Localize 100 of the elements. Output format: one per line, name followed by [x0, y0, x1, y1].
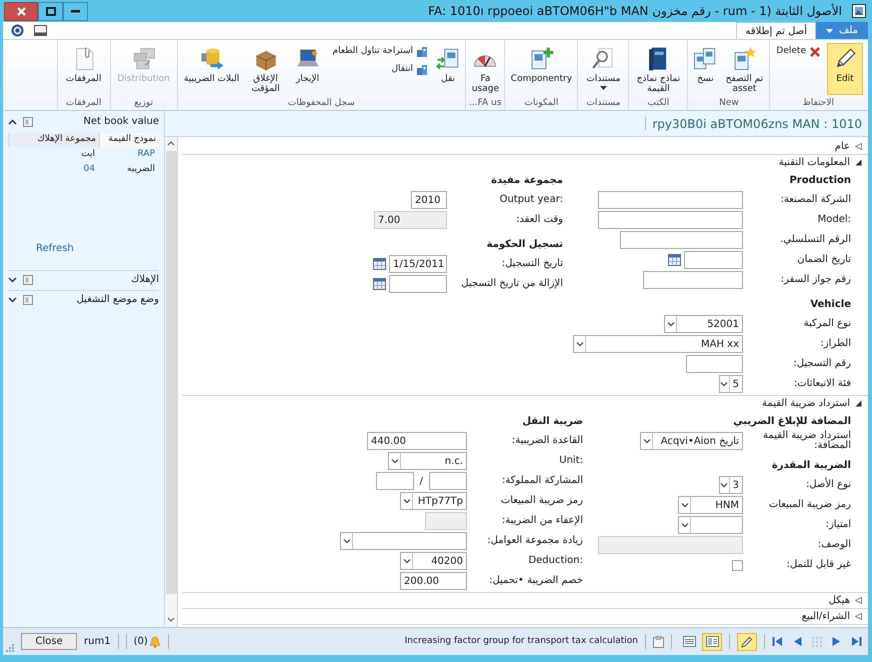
input-field[interactable] — [643, 271, 743, 289]
chevron-down-icon — [642, 438, 650, 444]
panel-icon[interactable] — [23, 274, 33, 284]
minimize-icon — [71, 9, 80, 13]
picture-frame-icon — [852, 4, 866, 18]
fasttab-header[interactable]: هيكل — [828, 593, 862, 608]
date-field[interactable] — [684, 251, 743, 269]
input-field[interactable] — [376, 472, 414, 490]
field-label: Model: — [818, 215, 851, 225]
dropdown-field[interactable]: 52001 — [664, 315, 743, 333]
column-header[interactable]: مجموعة الإهلاك — [8, 133, 99, 147]
record-title: rpy30B0i aBTOM06zns MAN : 1010 — [652, 116, 862, 132]
input-field[interactable]: 200.00 — [400, 572, 467, 590]
input-field[interactable] — [598, 536, 743, 554]
dropdown-field[interactable]: تاريخ Acqvi•Aion — [640, 432, 743, 450]
usage-button[interactable]: Fa usage — [469, 43, 502, 95]
field-label: غير قابل للتمل: — [786, 560, 851, 570]
group-heading: Vehicle — [810, 298, 851, 312]
transfer-button[interactable]: نقل — [434, 43, 462, 95]
delete-button[interactable]: Delete — [773, 44, 824, 59]
caret-down-icon[interactable] — [8, 276, 17, 282]
ribbon-group-label: سجل المحفوظات — [288, 97, 355, 110]
calendar-icon[interactable] — [373, 278, 386, 290]
input-field[interactable] — [620, 231, 743, 249]
fasttab-header[interactable]: الشراء/البيع — [802, 609, 862, 624]
edit-mode-button[interactable] — [737, 632, 757, 650]
ribbon-group-label: الكتب — [648, 97, 670, 110]
componentry-button[interactable]: Componentry — [508, 43, 574, 95]
table-cell-text: الضريبه — [126, 162, 155, 176]
dropdown-field[interactable]: 3 — [719, 476, 743, 494]
dropdown-field[interactable] — [678, 516, 743, 534]
panel-icon[interactable] — [23, 116, 33, 126]
ribbon-tab[interactable]: أصل تم إطلاقه — [736, 22, 816, 39]
panel-icon[interactable] — [34, 25, 47, 36]
new-asset-button[interactable]: تم التصفح asset — [722, 43, 766, 95]
input-field[interactable] — [425, 512, 467, 530]
input-field[interactable] — [598, 211, 743, 229]
tax-button[interactable]: البلات الضريبية — [180, 43, 243, 95]
attachments-button[interactable]: المرفقات — [60, 43, 107, 95]
copy-button[interactable]: نسخ — [691, 43, 720, 95]
dropdown-field[interactable]: 5 — [719, 375, 743, 393]
scrollbar-track[interactable] — [165, 137, 178, 627]
input-field[interactable]: 2010 — [411, 191, 447, 209]
minimize-button[interactable] — [63, 2, 88, 20]
clipboard-icon[interactable] — [653, 636, 664, 648]
refresh-link[interactable]: Refresh — [36, 241, 74, 256]
close-button[interactable]: Close — [21, 633, 77, 650]
field-label: رقم جواز السفر: — [780, 275, 851, 285]
chevron-down-icon — [666, 321, 674, 327]
input-field[interactable] — [686, 355, 743, 373]
caret-up-icon[interactable] — [8, 118, 17, 124]
input-field[interactable]: 440.00 — [367, 432, 467, 450]
fasttab-header[interactable]: استرداد ضريبة القيمة — [762, 396, 862, 411]
group-heading: مجموعة مفيدة — [491, 174, 563, 188]
ribbon-link-button[interactable]: استراحة تناول الطعام — [330, 44, 432, 59]
fasttab-header[interactable]: عام — [834, 139, 862, 154]
dropdown-field[interactable]: MAH xx — [573, 335, 743, 353]
view-button[interactable] — [702, 632, 722, 650]
dropdown-field[interactable]: HNM — [678, 496, 743, 514]
chevron-down-icon — [720, 482, 728, 488]
calendar-icon[interactable] — [373, 258, 386, 270]
field-label: وقت العقد: — [516, 215, 563, 225]
closing-button[interactable]: الإغلاق المؤقت — [246, 43, 286, 95]
books-button[interactable]: نماذج نماذج القيمة — [632, 43, 684, 95]
next-record-icon[interactable] — [832, 636, 841, 647]
dropdown-field[interactable]: HTp77Tp — [400, 492, 467, 510]
last-record-icon[interactable] — [851, 636, 862, 647]
dropdown-field[interactable] — [340, 532, 467, 550]
file-tab[interactable]: ملف — [816, 22, 868, 39]
first-record-icon[interactable] — [772, 636, 783, 647]
previous-record-icon[interactable] — [793, 636, 802, 647]
buildings-icon — [416, 46, 428, 58]
alerts-button[interactable]: (0) — [134, 634, 161, 649]
input-field[interactable]: 7.00 — [374, 211, 447, 229]
checkbox[interactable] — [732, 560, 743, 570]
calendar-icon[interactable] — [668, 254, 681, 266]
lease-button[interactable]: الإيجار — [288, 43, 327, 95]
scrollbar-thumb[interactable] — [166, 151, 176, 594]
input-field[interactable] — [598, 191, 743, 209]
chevron-down-icon — [576, 341, 584, 347]
dropdown-field[interactable]: 40200 — [400, 552, 467, 570]
input-field[interactable] — [429, 472, 467, 490]
caret-down-icon[interactable] — [8, 296, 17, 302]
maximize-button[interactable] — [38, 2, 63, 20]
group-heading: المضافة للإبلاغ الضريبي — [733, 414, 851, 428]
ribbon-link-button[interactable]: انتقال — [330, 62, 432, 77]
column-header[interactable]: نموذج القيمة — [99, 133, 159, 147]
help-icon[interactable] — [11, 24, 24, 37]
factbox-title: Net book value — [83, 115, 159, 129]
dropdown-field[interactable]: n.c. — [388, 452, 467, 470]
table-link[interactable]: RAP — [138, 148, 155, 162]
window-close-button[interactable] — [4, 2, 38, 20]
edit-button[interactable]: Edit — [827, 43, 863, 95]
documents-button[interactable]: مستندات — [581, 43, 626, 95]
table-link[interactable]: 04 — [84, 162, 95, 176]
fasttab-header[interactable]: المعلومات التقنية — [778, 155, 862, 170]
panel-icon[interactable] — [23, 294, 33, 304]
date-field[interactable] — [389, 275, 447, 293]
chevron-down-icon — [390, 458, 398, 464]
date-field[interactable]: 1/15/2011 — [389, 255, 447, 273]
